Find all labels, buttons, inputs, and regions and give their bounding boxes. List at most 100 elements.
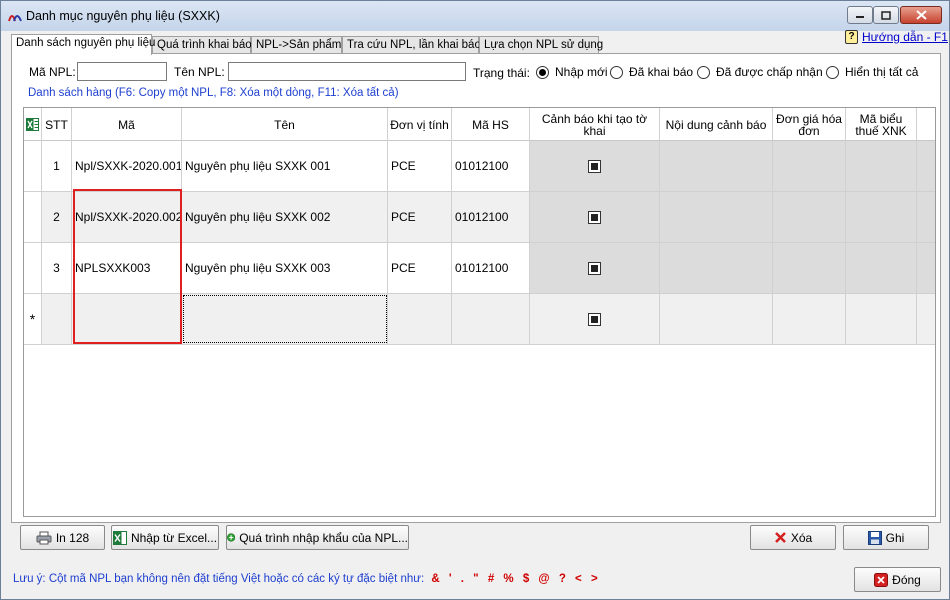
cell-don-vi-tinh[interactable]: PCE: [388, 192, 452, 242]
window-title: Danh mục nguyên phụ liệu (SXXK): [26, 9, 220, 23]
cell-ten[interactable]: Nguyên phụ liệu SXXK 001: [182, 141, 388, 191]
cell-stt[interactable]: 3: [42, 243, 72, 293]
radio-label: Nhập mới: [555, 65, 608, 79]
cell-don-gia-hoa-don[interactable]: [773, 243, 846, 293]
cell-canh-bao[interactable]: [530, 141, 660, 191]
cell-don-gia-hoa-don[interactable]: [773, 294, 846, 344]
cell-ma-hs[interactable]: 01012100: [452, 192, 530, 242]
tab-lua-chon-npl[interactable]: Lựa chọn NPL sử dụng: [479, 36, 603, 54]
cell-noi-dung-canh-bao[interactable]: [660, 141, 773, 191]
row-header[interactable]: [24, 141, 42, 191]
col-header-ten[interactable]: Tên: [182, 108, 388, 141]
delete-x-icon: [774, 532, 786, 543]
cell-ten[interactable]: Nguyên phụ liệu SXXK 003: [182, 243, 388, 293]
checkbox-check-icon: [591, 162, 598, 170]
col-header-ma-hs[interactable]: Mã HS: [452, 108, 530, 141]
col-header-canh-bao[interactable]: Cảnh báo khi tạo tờ khai: [530, 108, 660, 141]
table-row[interactable]: 2 Npl/SXXK-2020.002 Nguyên phụ liệu SXXK…: [24, 192, 935, 243]
tab-npl-san-pham[interactable]: NPL->Sản phẩm: [251, 36, 342, 54]
radio-circle: [697, 65, 710, 79]
export-excel-button[interactable]: [24, 108, 42, 141]
tab-tra-cuu-npl[interactable]: Tra cứu NPL, lần khai báo: [342, 36, 481, 54]
maximize-button[interactable]: [873, 6, 899, 24]
cell-stt[interactable]: 1: [42, 141, 72, 191]
cell-ten-focused[interactable]: [182, 294, 388, 344]
main-window: Danh mục nguyên phụ liệu (SXXK) Danh sác…: [0, 0, 950, 600]
row-header[interactable]: [24, 192, 42, 242]
col-header-don-gia-hoa-don[interactable]: Đơn giá hóa đơn: [773, 108, 846, 141]
canh-bao-checkbox[interactable]: [588, 312, 601, 326]
cell-canh-bao[interactable]: [530, 294, 660, 344]
cell-extra[interactable]: [917, 294, 935, 344]
cell-stt[interactable]: [42, 294, 72, 344]
cell-ma[interactable]: [72, 294, 182, 344]
canh-bao-checkbox[interactable]: [588, 159, 601, 173]
print-button[interactable]: In 128: [20, 525, 105, 550]
import-excel-button[interactable]: Nhập từ Excel...: [111, 525, 219, 550]
col-header-don-vi-tinh[interactable]: Đơn vị tính: [388, 108, 452, 141]
tab-qua-trinh-khai-bao[interactable]: Quá trình khai báo: [152, 36, 252, 54]
close-button-label: Đóng: [892, 572, 921, 587]
import-process-button[interactable]: Quá trình nhập khẩu của NPL...: [226, 525, 409, 550]
help-link[interactable]: ? Hướng dẫn - F1: [845, 30, 948, 44]
cell-ma[interactable]: Npl/SXXK-2020.002: [72, 192, 182, 242]
radio-hien-thi-tat-ca[interactable]: Hiển thị tất cả: [826, 65, 918, 79]
cell-noi-dung-canh-bao[interactable]: [660, 192, 773, 242]
cell-ma[interactable]: NPLSXXK003: [72, 243, 182, 293]
table-row[interactable]: 3 NPLSXXK003 Nguyên phụ liệu SXXK 003 PC…: [24, 243, 935, 294]
cell-don-gia-hoa-don[interactable]: [773, 192, 846, 242]
ma-npl-input[interactable]: [77, 62, 167, 81]
cell-extra[interactable]: [917, 243, 935, 293]
radio-circle: [826, 65, 839, 79]
cell-ma-bieu-thue[interactable]: [846, 192, 917, 242]
checkbox-check-icon: [591, 213, 598, 221]
radio-da-duoc-chap-nhan[interactable]: Đã được chấp nhận: [697, 65, 823, 79]
delete-button[interactable]: Xóa: [750, 525, 836, 550]
cell-extra[interactable]: [917, 192, 935, 242]
row-header[interactable]: [24, 243, 42, 293]
col-header-ma-bieu-thue[interactable]: Mã biểu thuế XNK: [846, 108, 917, 141]
cell-canh-bao[interactable]: [530, 192, 660, 242]
excel-icon: [26, 118, 39, 131]
cell-ten[interactable]: Nguyên phụ liệu SXXK 002: [182, 192, 388, 242]
col-header-stt[interactable]: STT: [42, 108, 72, 141]
close-red-icon: [874, 572, 889, 587]
cell-ma-hs[interactable]: 01012100: [452, 243, 530, 293]
close-window-button[interactable]: [900, 6, 942, 24]
col-header-noi-dung-canh-bao[interactable]: Nội dung cảnh báo: [660, 108, 773, 141]
cell-don-vi-tinh[interactable]: PCE: [388, 243, 452, 293]
cell-don-gia-hoa-don[interactable]: [773, 141, 846, 191]
col-header-ma[interactable]: Mã: [72, 108, 182, 141]
radio-label: Đã được chấp nhận: [716, 65, 823, 79]
cell-don-vi-tinh[interactable]: [388, 294, 452, 344]
help-icon: ?: [845, 30, 858, 44]
cell-ma-bieu-thue[interactable]: [846, 141, 917, 191]
canh-bao-checkbox[interactable]: [588, 261, 601, 275]
cell-ma[interactable]: Npl/SXXK-2020.001: [72, 141, 182, 191]
radio-nhap-moi[interactable]: Nhập mới: [536, 65, 608, 79]
close-button[interactable]: Đóng: [854, 567, 941, 592]
cell-don-vi-tinh[interactable]: PCE: [388, 141, 452, 191]
cell-ma-bieu-thue[interactable]: [846, 243, 917, 293]
cell-stt[interactable]: 2: [42, 192, 72, 242]
cell-noi-dung-canh-bao[interactable]: [660, 243, 773, 293]
cell-noi-dung-canh-bao[interactable]: [660, 294, 773, 344]
npl-grid: STT Mã Tên Đơn vị tính Mã HS Cảnh báo kh…: [23, 107, 936, 517]
cell-ma-hs[interactable]: 01012100: [452, 141, 530, 191]
import-process-label: Quá trình nhập khẩu của NPL...: [239, 530, 408, 545]
tab-danh-sach-npl[interactable]: Danh sách nguyên phụ liệu: [11, 34, 155, 55]
cell-canh-bao[interactable]: [530, 243, 660, 293]
cell-ma-hs[interactable]: [452, 294, 530, 344]
canh-bao-checkbox[interactable]: [588, 210, 601, 224]
save-button[interactable]: Ghi: [843, 525, 929, 550]
grid-header: STT Mã Tên Đơn vị tính Mã HS Cảnh báo kh…: [24, 108, 935, 141]
cell-ma-bieu-thue[interactable]: [846, 294, 917, 344]
minimize-button[interactable]: [847, 6, 873, 24]
table-row[interactable]: 1 Npl/SXXK-2020.001 Nguyên phụ liệu SXXK…: [24, 141, 935, 192]
checkbox-check-icon: [591, 264, 598, 272]
radio-circle: [536, 65, 549, 79]
radio-da-khai-bao[interactable]: Đã khai báo: [610, 65, 693, 79]
cell-extra[interactable]: [917, 141, 935, 191]
ten-npl-input[interactable]: [228, 62, 466, 81]
new-row[interactable]: *: [24, 294, 935, 345]
